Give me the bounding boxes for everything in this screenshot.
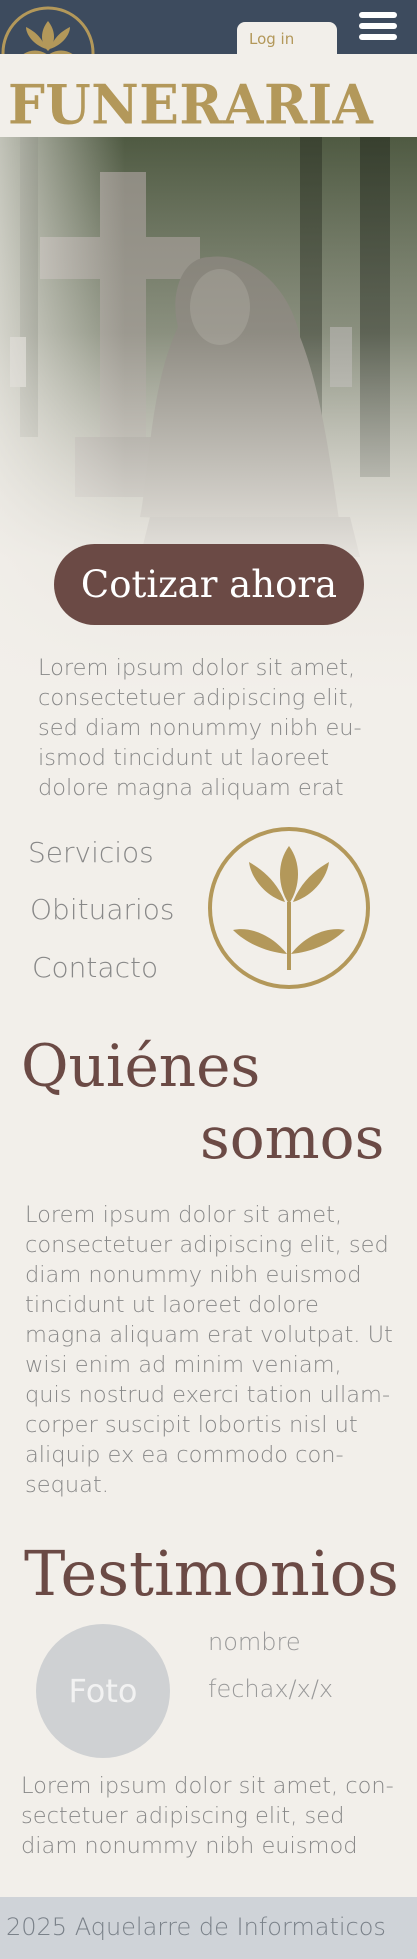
- top-bar: Log in: [0, 0, 417, 54]
- testimonial-date: fechax/x/x: [208, 1675, 334, 1703]
- about-title-line1: Quiénes: [21, 1032, 261, 1100]
- footer: 2025 Aquelarre de Informaticos: [0, 1897, 417, 1959]
- testimonials-title: Testimonios: [24, 1537, 399, 1610]
- testimonial-text: Lorem ipsum dolor sit amet, con-sectetue…: [21, 1773, 394, 1859]
- quote-button[interactable]: Cotizar ahora: [54, 544, 364, 625]
- about-title-line2: somos: [200, 1104, 385, 1172]
- brand-title: FUNERARIA: [8, 73, 374, 138]
- login-button[interactable]: Log in: [237, 22, 337, 54]
- testimonial-name: nombre: [208, 1628, 301, 1656]
- nav-link-servicios[interactable]: Servicios: [28, 836, 154, 869]
- lily-logo-icon[interactable]: [0, 5, 96, 54]
- hamburger-menu-icon[interactable]: [359, 12, 397, 40]
- lily-emblem-icon: [207, 826, 371, 990]
- nav-link-contacto[interactable]: Contacto: [32, 951, 158, 984]
- footer-text: 2025 Aquelarre de Informaticos: [6, 1913, 386, 1941]
- testimonial-photo: Foto: [36, 1624, 170, 1758]
- about-text: Lorem ipsum dolor sit amet, consectetuer…: [25, 1202, 393, 1498]
- intro-text: Lorem ipsum dolor sit amet, consectetuer…: [38, 655, 362, 801]
- nav-link-obituarios[interactable]: Obituarios: [30, 893, 174, 926]
